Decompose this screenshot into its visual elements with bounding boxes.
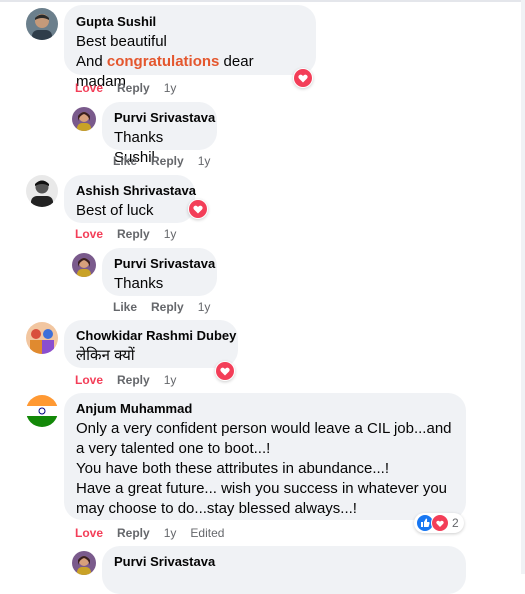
comment-text-fragment: And: [76, 53, 107, 70]
comment-actions: Like Reply 1y: [113, 153, 224, 169]
reply-bubble: Purvi Srivastava Thanks: [102, 248, 217, 296]
reply-bubble: Purvi Srivastava: [102, 546, 466, 594]
comment-actions: Like Reply 1y: [113, 299, 224, 315]
love-link[interactable]: Love: [75, 526, 103, 540]
reply-link[interactable]: Reply: [151, 154, 184, 168]
reply-link[interactable]: Reply: [117, 81, 150, 95]
comment-author[interactable]: Anjum Muhammad: [76, 401, 454, 417]
comment-text-line: Best beautiful: [76, 33, 167, 50]
avatar[interactable]: [26, 322, 58, 354]
comment-actions: Love Reply 1y Edited: [75, 525, 238, 541]
comment-actions: Love Reply 1y: [75, 372, 190, 388]
comment-text-line: Only a very confident person would leave…: [76, 420, 452, 437]
comment-actions: Love Reply 1y: [75, 80, 190, 96]
comment-text: लेकिन क्यों: [76, 347, 135, 364]
comment-author[interactable]: Chowkidar Rashmi Dubey: [76, 328, 236, 344]
highlighted-word[interactable]: congratulations: [107, 53, 220, 70]
comment-author[interactable]: Ashish Shrivastava: [76, 183, 196, 199]
top-divider: [0, 0, 525, 2]
heart-icon: [431, 514, 449, 532]
reaction-summary[interactable]: 2: [414, 513, 464, 533]
comment-text-line: Have a great future... wish you success …: [76, 480, 448, 497]
love-reaction-icon[interactable]: [215, 361, 235, 381]
timestamp[interactable]: 1y: [164, 526, 177, 540]
comment-text-line: You have both these attributes in abunda…: [76, 460, 390, 477]
comment-author[interactable]: Purvi Srivastava: [114, 554, 454, 570]
reply-link[interactable]: Reply: [117, 373, 150, 387]
reply-link[interactable]: Reply: [117, 227, 150, 241]
comment-bubble: Ashish Shrivastava Best of luck: [64, 175, 196, 223]
avatar[interactable]: [72, 107, 96, 131]
reaction-count: 2: [452, 516, 459, 530]
comment-actions: Love Reply 1y: [75, 226, 190, 242]
comment-author[interactable]: Purvi Srivastava: [114, 256, 215, 272]
comment-bubble: Anjum Muhammad Only a very confident per…: [64, 393, 466, 520]
comment-author[interactable]: Gupta Sushil: [76, 14, 304, 30]
love-reaction-icon[interactable]: [293, 68, 313, 88]
reply-link[interactable]: Reply: [151, 300, 184, 314]
comment-bubble: Chowkidar Rashmi Dubey लेकिन क्यों: [64, 320, 238, 368]
timestamp[interactable]: 1y: [164, 81, 177, 95]
comment-text: Thanks: [114, 275, 164, 292]
timestamp[interactable]: 1y: [164, 227, 177, 241]
avatar[interactable]: [72, 551, 96, 575]
comment-bubble: Gupta Sushil Best beautiful And congratu…: [64, 5, 316, 90]
comment-text-line: may choose to do...stay blessed always..…: [76, 500, 357, 517]
love-reaction-icon[interactable]: [188, 199, 208, 219]
love-link[interactable]: Love: [75, 81, 103, 95]
love-link[interactable]: Love: [75, 227, 103, 241]
avatar[interactable]: [26, 8, 58, 40]
scrollbar[interactable]: [521, 0, 525, 574]
timestamp[interactable]: 1y: [198, 154, 211, 168]
edited-label: Edited: [190, 526, 225, 540]
avatar[interactable]: [26, 395, 58, 427]
comment-author[interactable]: Purvi Srivastava: [114, 110, 215, 126]
avatar[interactable]: [26, 175, 58, 207]
like-link[interactable]: Like: [113, 300, 137, 314]
comment-text: Best of luck: [76, 202, 154, 219]
reply-link[interactable]: Reply: [117, 526, 150, 540]
avatar[interactable]: [72, 253, 96, 277]
timestamp[interactable]: 1y: [198, 300, 211, 314]
love-link[interactable]: Love: [75, 373, 103, 387]
comment-text: Only a very confident person would leave…: [76, 419, 454, 519]
comment-text-line: a very talented one to boot...!: [76, 440, 271, 457]
like-link[interactable]: Like: [113, 154, 137, 168]
timestamp[interactable]: 1y: [164, 373, 177, 387]
reply-bubble: Purvi Srivastava Thanks Sushil: [102, 102, 217, 166]
